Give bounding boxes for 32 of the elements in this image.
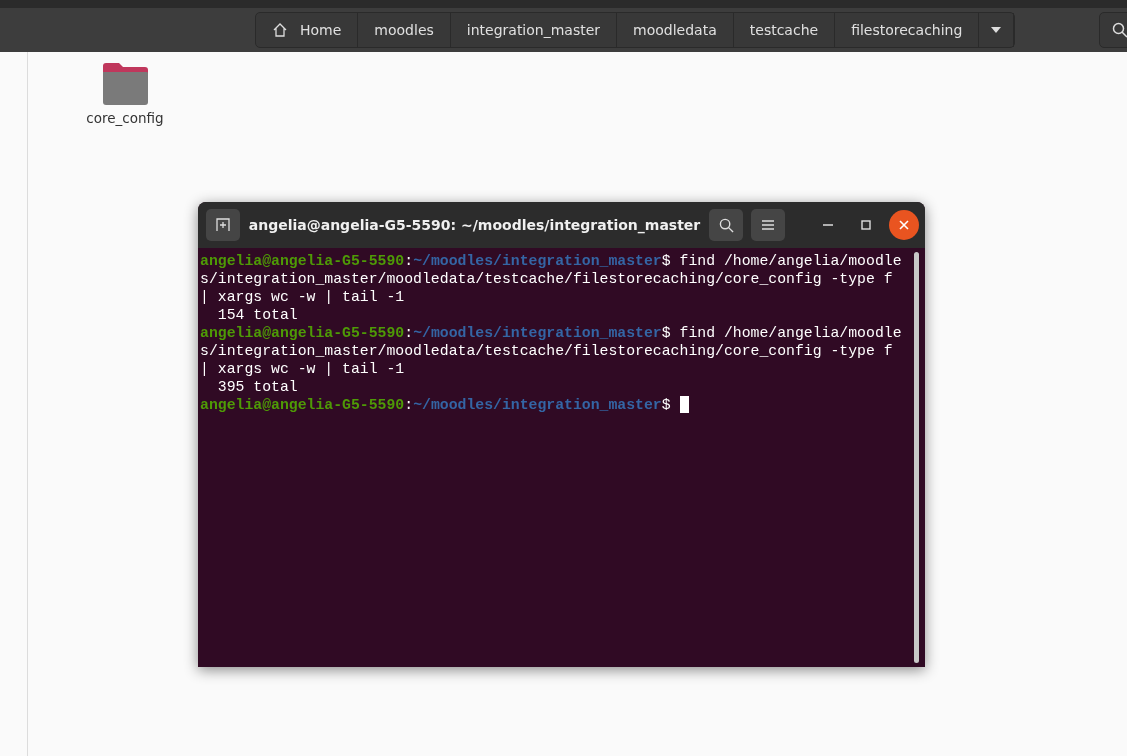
close-icon bbox=[899, 220, 909, 230]
caret-icon bbox=[991, 27, 1002, 33]
path-crumb[interactable]: Home bbox=[256, 13, 359, 47]
close-button[interactable] bbox=[889, 210, 919, 240]
search-icon bbox=[1112, 22, 1127, 38]
terminal-output-line: 154 total bbox=[216, 306, 299, 324]
menu-button[interactable] bbox=[751, 209, 785, 241]
terminal-output-line: s/integration_master/moodledata/testcache/filestorecaching/core_config -type f bbox=[200, 270, 894, 288]
folder-name[interactable]: core_config bbox=[86, 110, 164, 126]
new-tab-button[interactable] bbox=[206, 209, 240, 241]
minimize-icon bbox=[823, 224, 833, 226]
menu-icon bbox=[762, 220, 774, 230]
scrollbar[interactable] bbox=[914, 252, 919, 663]
search-icon bbox=[718, 217, 734, 233]
path-crumb[interactable]: integration_master bbox=[450, 13, 618, 47]
terminal-output-line: | xargs wc -w | tail -1 bbox=[200, 288, 406, 306]
search-button[interactable] bbox=[709, 209, 743, 241]
home-icon bbox=[272, 22, 288, 38]
path-crumb[interactable]: filestorecaching bbox=[835, 13, 980, 47]
terminal-prompt-line: angelia@angelia-G5-5590:~/moodles/integration_master$ find /home/angelia/moodle bbox=[200, 324, 903, 342]
window-title: angelia@angelia-G5-5590: ~/moodles/integration_master bbox=[248, 217, 701, 233]
terminal-output-line: | xargs wc -w | tail -1 bbox=[200, 360, 406, 378]
maximize-icon bbox=[861, 220, 871, 230]
path-crumb[interactable]: testcache bbox=[733, 13, 836, 47]
path-crumb[interactable]: moodledata bbox=[617, 13, 734, 47]
terminal-prompt-line: angelia@angelia-G5-5590:~/moodles/integration_master$ find /home/angelia/moodle bbox=[200, 252, 903, 270]
folder-icon[interactable] bbox=[101, 62, 149, 106]
path-crumb[interactable]: moodles bbox=[358, 13, 451, 47]
new-tab-icon bbox=[216, 218, 230, 232]
terminal-output-line: s/integration_master/moodledata/testcache/filestorecaching/core_config -type f bbox=[200, 342, 894, 360]
terminal-prompt-line: angelia@angelia-G5-5590:~/moodles/integration_master$ bbox=[200, 396, 914, 414]
terminal-output-line: 395 total bbox=[216, 378, 299, 396]
